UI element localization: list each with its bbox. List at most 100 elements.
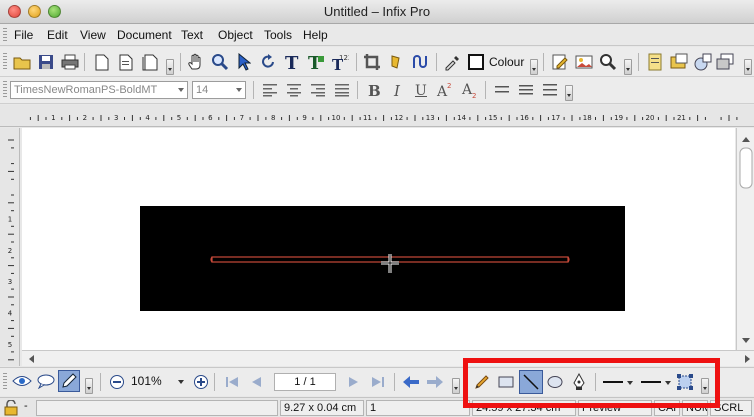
scroll-up-icon[interactable] bbox=[742, 137, 750, 142]
text-flow-icon[interactable]: T bbox=[306, 52, 326, 72]
shapes-icon[interactable] bbox=[693, 52, 713, 72]
horizontal-scrollbar[interactable] bbox=[22, 350, 754, 366]
toolbar-separator bbox=[595, 373, 596, 391]
document-canvas[interactable] bbox=[22, 128, 735, 350]
scroll-right-icon[interactable] bbox=[745, 355, 750, 363]
edit-note-icon[interactable] bbox=[550, 52, 570, 72]
ruler-tick bbox=[218, 117, 220, 120]
next-page-icon[interactable] bbox=[344, 372, 364, 392]
subscript-icon[interactable]: A2 bbox=[460, 80, 480, 100]
toolbar-grip[interactable] bbox=[3, 373, 7, 391]
bold-icon[interactable]: B bbox=[364, 80, 384, 100]
image-icon[interactable] bbox=[574, 52, 594, 72]
toolbar-overflow-chevron[interactable] bbox=[452, 378, 460, 394]
toolbar-grip[interactable] bbox=[3, 81, 7, 99]
scroll-down-icon[interactable] bbox=[742, 338, 750, 343]
new-document-icon[interactable] bbox=[92, 52, 112, 72]
rotate-tool-icon[interactable] bbox=[258, 52, 278, 72]
zoom-tool-icon[interactable] bbox=[210, 52, 230, 72]
italic-icon[interactable]: I bbox=[388, 80, 408, 100]
notes-icon[interactable] bbox=[645, 52, 665, 72]
align-center-icon[interactable] bbox=[284, 80, 304, 100]
preview-eye-icon[interactable] bbox=[12, 371, 32, 391]
menu-grip[interactable] bbox=[3, 28, 7, 42]
frame-icon[interactable] bbox=[669, 52, 689, 72]
align-left-icon[interactable] bbox=[260, 80, 280, 100]
ruler-tick bbox=[626, 117, 628, 120]
menu-file[interactable]: File bbox=[14, 28, 33, 42]
vertical-scroll-thumb[interactable] bbox=[739, 147, 753, 189]
toolbar-overflow-chevron[interactable] bbox=[85, 378, 93, 394]
line-tool-icon[interactable] bbox=[519, 370, 543, 394]
toolbar-overflow-chevron[interactable] bbox=[701, 378, 709, 394]
scroll-left-icon[interactable] bbox=[29, 355, 34, 363]
superscript-icon[interactable]: A2 bbox=[435, 80, 455, 100]
menu-edit[interactable]: Edit bbox=[47, 28, 68, 42]
vertical-ruler: 1 2 3 4 5 bbox=[0, 128, 20, 366]
select-arrow-icon[interactable] bbox=[234, 52, 254, 72]
zoom-in-icon[interactable] bbox=[191, 372, 211, 392]
font-name-select[interactable]: TimesNewRomanPS-BoldMT bbox=[10, 81, 188, 99]
svg-text:I: I bbox=[393, 82, 401, 98]
menu-view[interactable]: View bbox=[80, 28, 106, 42]
zoom-out-icon[interactable] bbox=[107, 372, 127, 392]
line-style-select[interactable] bbox=[601, 372, 635, 392]
line-spacing-single-icon[interactable] bbox=[492, 80, 512, 100]
eyedropper-icon[interactable] bbox=[442, 52, 462, 72]
toolbar-overflow-chevron[interactable] bbox=[530, 59, 538, 75]
first-page-icon[interactable] bbox=[222, 372, 242, 392]
back-arrow-icon[interactable] bbox=[401, 372, 421, 392]
forward-arrow-icon[interactable] bbox=[425, 372, 445, 392]
comment-icon[interactable] bbox=[36, 371, 56, 391]
last-page-icon[interactable] bbox=[368, 372, 388, 392]
text-numbering-icon[interactable]: 123T bbox=[330, 52, 350, 72]
line-weight-select[interactable] bbox=[639, 372, 673, 392]
open-document-icon[interactable] bbox=[116, 52, 136, 72]
document-pages-icon[interactable] bbox=[140, 52, 160, 72]
colour-swatch-icon[interactable] bbox=[466, 52, 486, 72]
zoom-select[interactable]: 101% bbox=[128, 373, 186, 391]
font-size-select[interactable]: 14 bbox=[192, 81, 246, 99]
crop-tool-icon[interactable] bbox=[362, 52, 382, 72]
bounding-box-icon[interactable] bbox=[675, 372, 695, 392]
text-tool-icon[interactable]: T bbox=[282, 52, 302, 72]
menu-object[interactable]: Object bbox=[218, 28, 253, 42]
toolbar-overflow-chevron[interactable] bbox=[166, 59, 174, 75]
toolbar-overflow-chevron[interactable] bbox=[624, 59, 632, 75]
vertical-scrollbar[interactable] bbox=[736, 128, 754, 350]
path-tool-icon[interactable] bbox=[410, 52, 430, 72]
ellipse-tool-icon[interactable] bbox=[545, 372, 565, 392]
align-justify-icon[interactable] bbox=[332, 80, 352, 100]
selected-line-object[interactable] bbox=[22, 128, 735, 350]
rectangle-tool-icon[interactable] bbox=[496, 372, 516, 392]
toolbar-grip[interactable] bbox=[3, 53, 7, 71]
toolbar-overflow-chevron[interactable] bbox=[744, 59, 752, 75]
ruler-tick bbox=[579, 117, 581, 120]
save-icon[interactable] bbox=[36, 52, 56, 72]
menu-text[interactable]: Text bbox=[181, 28, 203, 42]
ruler-tick bbox=[155, 117, 157, 120]
ruler-tick bbox=[665, 115, 667, 121]
link-tool-icon[interactable] bbox=[386, 52, 406, 72]
line-spacing-wide-icon[interactable] bbox=[540, 80, 560, 100]
colour-label[interactable]: Colour bbox=[489, 55, 524, 69]
previous-page-icon[interactable] bbox=[246, 372, 266, 392]
ruler-tick bbox=[45, 117, 47, 120]
page-number-field[interactable]: 1 / 1 bbox=[274, 373, 336, 391]
menu-document[interactable]: Document bbox=[117, 28, 172, 42]
open-folder-icon[interactable] bbox=[12, 52, 32, 72]
toolbar-overflow-chevron[interactable] bbox=[565, 85, 573, 101]
lock-icon[interactable] bbox=[2, 399, 20, 417]
edit-mode-pen-icon[interactable] bbox=[58, 370, 80, 392]
menu-tools[interactable]: Tools bbox=[264, 28, 292, 42]
pen-nib-icon[interactable] bbox=[569, 372, 589, 392]
align-right-icon[interactable] bbox=[308, 80, 328, 100]
pencil-tool-icon[interactable] bbox=[472, 372, 492, 392]
layers-icon[interactable] bbox=[715, 52, 735, 72]
underline-icon[interactable]: U bbox=[411, 80, 431, 100]
print-icon[interactable] bbox=[60, 52, 80, 72]
find-icon[interactable] bbox=[598, 52, 618, 72]
menu-help[interactable]: Help bbox=[303, 28, 328, 42]
hand-tool-icon[interactable] bbox=[186, 52, 206, 72]
line-spacing-medium-icon[interactable] bbox=[516, 80, 536, 100]
